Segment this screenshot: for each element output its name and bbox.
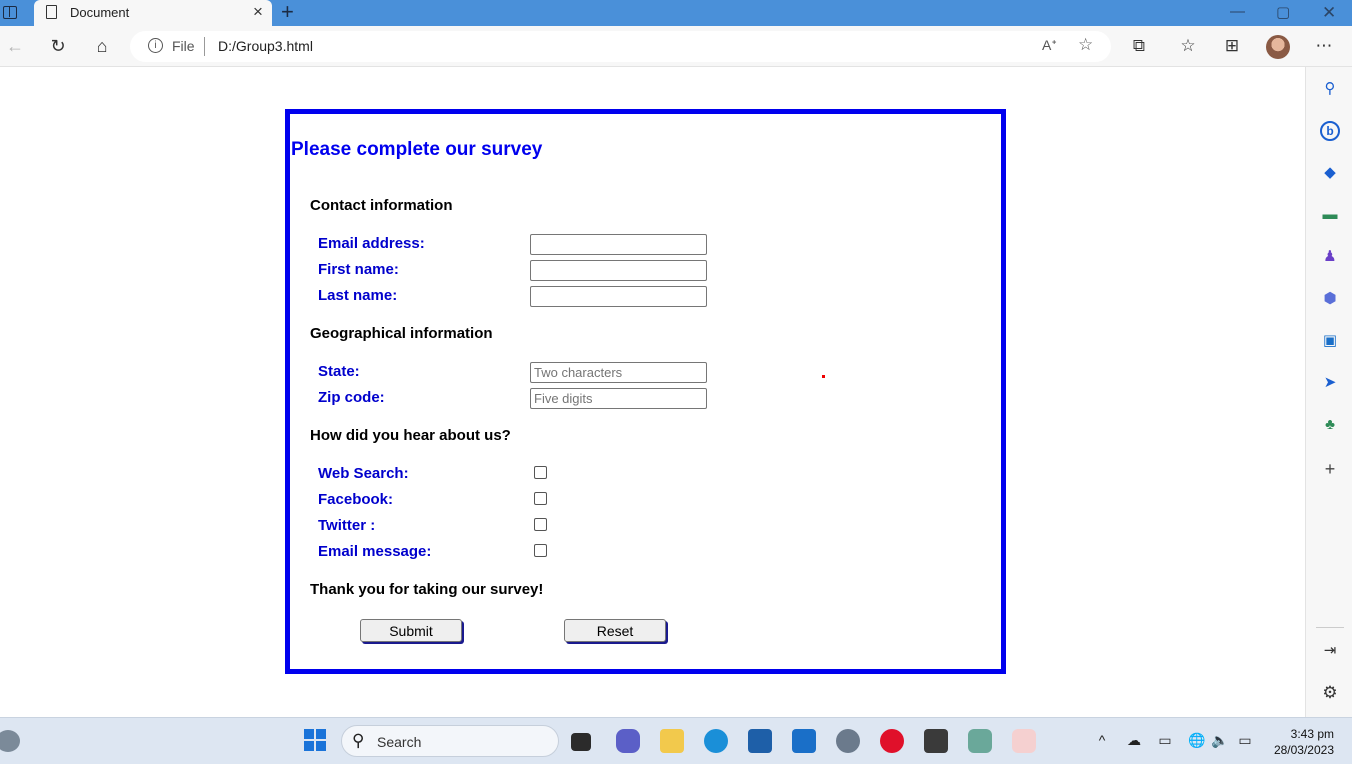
reset-button[interactable]: Reset — [564, 619, 666, 642]
twitter-checkbox[interactable] — [534, 518, 547, 531]
clock[interactable]: 3:43 pm 28/03/2023 — [1272, 726, 1334, 758]
stray-red-dot — [822, 375, 825, 378]
search-icon[interactable]: ⚲ — [1320, 79, 1340, 99]
settings-icon[interactable] — [836, 729, 860, 753]
web-search-checkbox[interactable] — [534, 466, 547, 479]
tab-title: Document — [70, 5, 130, 20]
chat-icon[interactable] — [616, 729, 640, 753]
email-message-label: Email message: — [318, 543, 432, 560]
email-label: Email address: — [318, 235, 425, 252]
facebook-checkbox[interactable] — [534, 492, 547, 505]
address-url[interactable]: D:/Group3.html — [218, 38, 313, 54]
first-name-label: First name: — [318, 261, 399, 278]
add-icon[interactable]: + — [1320, 459, 1340, 479]
tab-close-icon[interactable]: × — [250, 2, 266, 22]
address-bar[interactable]: i File D:/Group3.html Aᐩ ☆ — [130, 31, 1111, 62]
address-scheme: File — [172, 38, 195, 54]
email-message-checkbox[interactable] — [534, 544, 547, 557]
edge-sidebar: ⚲ b ◆ ▬ ♟ ⬢ ▣ ➤ ♣ + ⇥ ⚙ — [1305, 67, 1352, 717]
tree-icon[interactable]: ♣ — [1320, 415, 1340, 435]
tab-actions-icon[interactable] — [3, 6, 17, 19]
taskbar: ⚲ Search ^ ☁ ▭ 🌐 🔈 ▭ 3:43 pm 28/03/2023 — [0, 717, 1352, 764]
battery-icon[interactable]: ▭ — [1235, 732, 1255, 749]
extensions-icon[interactable]: ⧉ — [1128, 35, 1150, 57]
document-icon — [46, 5, 57, 19]
snipping-tool-icon[interactable] — [1012, 729, 1036, 753]
send-icon[interactable]: ➤ — [1320, 373, 1340, 393]
task-view-icon[interactable] — [571, 733, 591, 751]
collections-icon[interactable]: ⊞ — [1221, 35, 1243, 57]
add-favorite-icon[interactable]: ☆ — [1078, 35, 1093, 55]
weather-widget-icon[interactable] — [0, 730, 20, 752]
profile-avatar[interactable] — [1266, 35, 1290, 59]
sublime-text-icon[interactable] — [924, 729, 948, 753]
address-divider — [204, 37, 205, 56]
home-icon[interactable]: ⌂ — [90, 35, 114, 57]
info-icon[interactable]: i — [148, 38, 163, 53]
maximize-button[interactable]: ▢ — [1276, 3, 1290, 21]
network-icon[interactable]: 🌐 — [1187, 732, 1207, 749]
new-tab-button[interactable]: + — [281, 0, 294, 24]
contact-heading: Contact information — [310, 197, 453, 214]
mail-icon[interactable] — [792, 729, 816, 753]
store-icon[interactable] — [748, 729, 772, 753]
thank-you-text: Thank you for taking our survey! — [310, 581, 544, 598]
opera-icon[interactable] — [880, 729, 904, 753]
first-name-field[interactable] — [530, 260, 707, 281]
time-text: 3:43 pm — [1290, 727, 1334, 741]
email-field[interactable] — [530, 234, 707, 255]
settings-gear-icon[interactable]: ⚙ — [1320, 683, 1340, 703]
minimize-button[interactable]: — — [1230, 3, 1245, 20]
last-name-label: Last name: — [318, 287, 398, 304]
onedrive-icon[interactable]: ☁ — [1124, 732, 1144, 749]
last-name-field[interactable] — [530, 286, 707, 307]
facebook-label: Facebook: — [318, 491, 394, 508]
zip-field[interactable] — [530, 388, 707, 409]
back-icon[interactable]: ← — [3, 35, 27, 57]
chatgpt-icon[interactable] — [968, 729, 992, 753]
close-window-button[interactable]: ✕ — [1322, 3, 1336, 23]
geo-heading: Geographical information — [310, 325, 493, 342]
browser-toolbar: ← ↻ ⌂ i File D:/Group3.html Aᐩ ☆ ⧉ ☆ ⊞ ⋯ — [0, 26, 1352, 67]
state-field[interactable] — [530, 362, 707, 383]
search-icon: ⚲ — [352, 731, 365, 750]
file-explorer-icon[interactable] — [660, 729, 684, 753]
twitter-label: Twitter : — [318, 517, 376, 534]
shopping-tag-icon[interactable]: ◆ — [1320, 163, 1340, 183]
volume-icon[interactable]: 🔈 — [1210, 732, 1230, 749]
hear-heading: How did you hear about us? — [310, 427, 511, 444]
show-hidden-icons-icon[interactable]: ^ — [1092, 732, 1112, 748]
tab-document[interactable]: Document × — [34, 0, 272, 26]
state-label: State: — [318, 363, 360, 380]
more-options-icon[interactable]: ⋯ — [1313, 35, 1335, 57]
storage-icon[interactable]: ▭ — [1155, 732, 1175, 749]
games-icon[interactable]: ♟ — [1320, 247, 1340, 267]
outlook-icon[interactable]: ▣ — [1320, 331, 1340, 351]
web-search-label: Web Search: — [318, 465, 409, 482]
bing-chat-icon[interactable]: b — [1320, 121, 1340, 141]
sidebar-divider — [1316, 627, 1344, 628]
hide-sidebar-icon[interactable]: ⇥ — [1320, 641, 1340, 661]
start-button[interactable] — [304, 729, 326, 751]
page-title: Please complete our survey — [291, 139, 543, 160]
office-icon[interactable]: ⬢ — [1320, 289, 1340, 309]
taskbar-search[interactable]: ⚲ Search — [341, 725, 559, 757]
reload-icon[interactable]: ↻ — [46, 35, 70, 57]
title-bar: Document × + — ▢ ✕ — [0, 0, 1352, 26]
edge-icon[interactable] — [704, 729, 728, 753]
taskbar-search-placeholder: Search — [377, 734, 422, 750]
survey-form: Please complete our survey Contact infor… — [285, 109, 1006, 674]
submit-button[interactable]: Submit — [360, 619, 462, 642]
date-text: 28/03/2023 — [1273, 743, 1334, 757]
read-aloud-icon[interactable]: Aᐩ — [1042, 37, 1057, 54]
favorites-icon[interactable]: ☆ — [1177, 35, 1199, 57]
zip-label: Zip code: — [318, 389, 385, 406]
tools-icon[interactable]: ▬ — [1320, 205, 1340, 225]
